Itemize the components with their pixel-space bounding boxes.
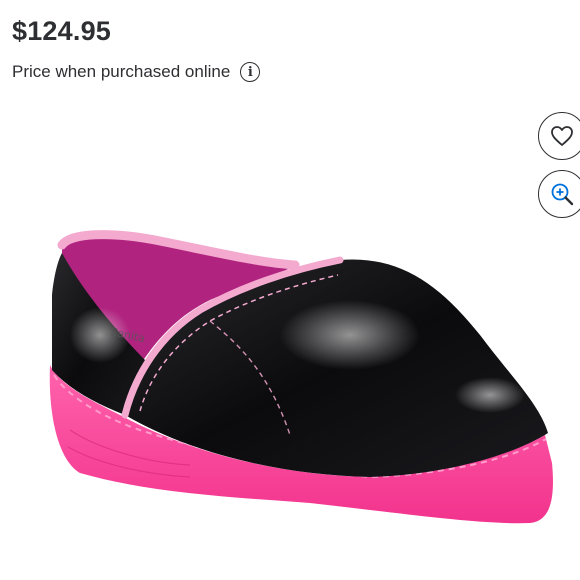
info-icon[interactable]: i (240, 62, 261, 82)
product-image[interactable]: Sanita (40, 225, 560, 565)
price-note-text: Price when purchased online (12, 62, 231, 81)
zoom-in-icon (551, 183, 574, 206)
clog-illustration: Sanita (49, 230, 553, 524)
favorite-button[interactable] (538, 112, 580, 160)
price-note-row: Price when purchased online i (12, 62, 261, 82)
product-price: $124.95 (12, 16, 111, 46)
zoom-button[interactable] (538, 170, 580, 218)
heart-icon (551, 126, 573, 146)
